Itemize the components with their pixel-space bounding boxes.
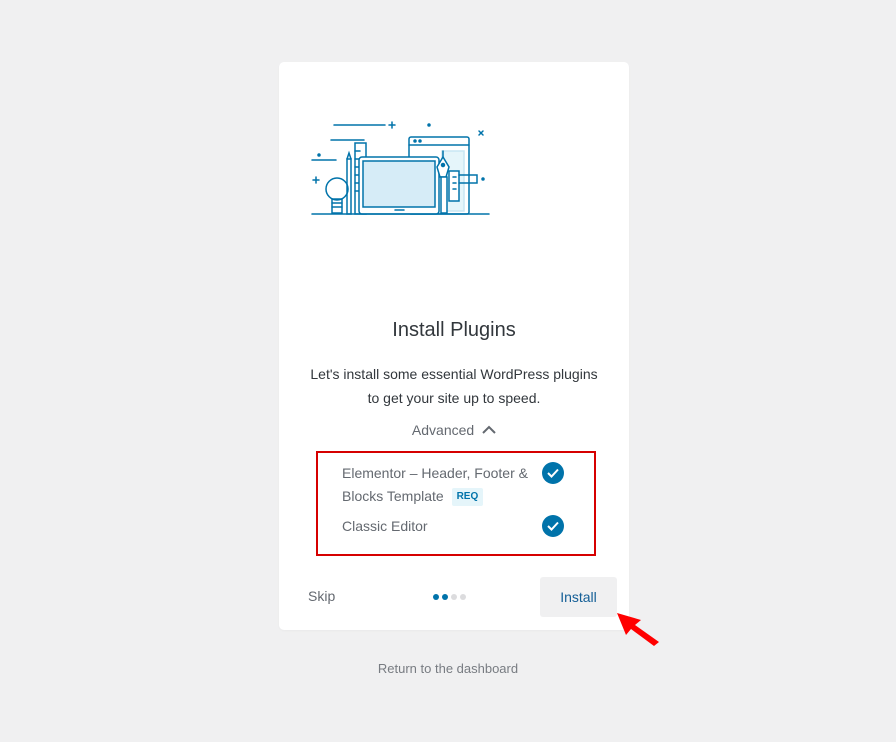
return-to-dashboard-link[interactable]: Return to the dashboard bbox=[0, 661, 896, 676]
step-dot-3 bbox=[451, 594, 457, 600]
plugin-name-line-1: Elementor – Header, Footer & bbox=[342, 465, 528, 481]
description-line-2: to get your site up to speed. bbox=[367, 390, 541, 406]
advanced-label: Advanced bbox=[411, 422, 475, 438]
plugin-name-line-2: Blocks Template bbox=[342, 488, 444, 504]
chevron-up-icon bbox=[482, 425, 496, 435]
plugin-list: Elementor – Header, Footer & Blocks Temp… bbox=[316, 451, 596, 556]
description-line-1: Let's install some essential WordPress p… bbox=[310, 366, 598, 382]
plugin-checkbox-elementor[interactable] bbox=[542, 462, 564, 484]
advanced-toggle[interactable]: Advanced bbox=[279, 422, 629, 438]
check-icon bbox=[547, 521, 559, 531]
page-title: Install Plugins bbox=[392, 319, 516, 341]
install-button[interactable]: Install bbox=[540, 577, 617, 617]
install-plugins-card: Install Plugins Let's install some essen… bbox=[279, 62, 629, 630]
annotation-arrow-icon bbox=[617, 613, 659, 646]
illustration-graphic bbox=[311, 121, 490, 215]
plugin-checkbox-classic-editor[interactable] bbox=[542, 515, 564, 537]
step-dot-1 bbox=[433, 594, 439, 600]
required-badge: REQ bbox=[451, 488, 484, 507]
description: Let's install some essential WordPress p… bbox=[304, 362, 604, 410]
plugin-name: Classic Editor bbox=[342, 518, 428, 534]
check-icon bbox=[547, 468, 559, 478]
step-dot-2 bbox=[442, 594, 448, 600]
plugin-item-classic-editor: Classic Editor bbox=[342, 515, 428, 538]
plugin-item-elementor: Elementor – Header, Footer & Blocks Temp… bbox=[342, 462, 537, 508]
step-indicator bbox=[433, 594, 466, 600]
step-dot-4 bbox=[460, 594, 466, 600]
skip-button[interactable]: Skip bbox=[308, 588, 335, 604]
